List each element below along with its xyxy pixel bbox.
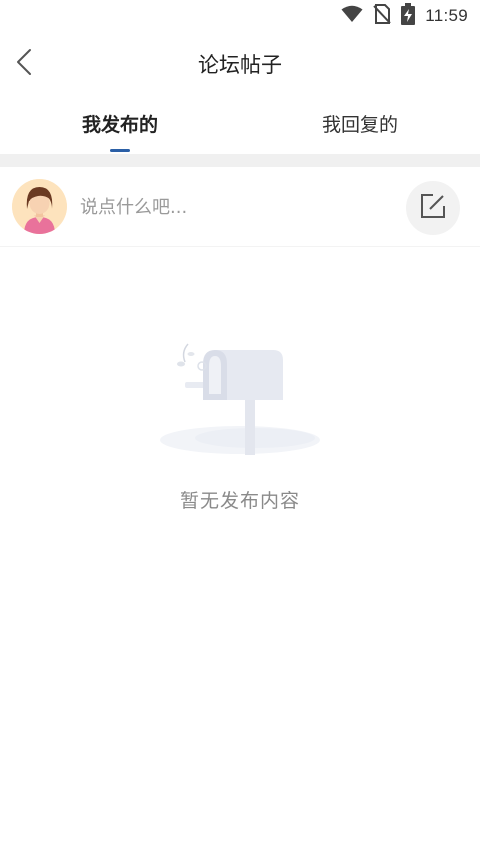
section-divider <box>0 154 480 167</box>
tab-indicator <box>110 149 130 152</box>
nav-bar: 论坛帖子 <box>0 32 480 98</box>
page-title: 论坛帖子 <box>198 53 282 77</box>
compose-input[interactable] <box>80 189 390 225</box>
tab-bar: 我发布的 我回复的 <box>0 98 480 154</box>
avatar <box>12 179 67 234</box>
no-sim-icon <box>373 4 391 28</box>
edit-icon <box>420 193 446 223</box>
tab-label: 我发布的 <box>81 114 158 136</box>
chevron-left-icon <box>16 48 32 80</box>
empty-message: 暂无发布内容 <box>179 490 300 512</box>
tab-my-posts[interactable]: 我发布的 <box>0 98 240 154</box>
tab-my-replies[interactable]: 我回复的 <box>240 98 480 154</box>
status-time: 11:59 <box>425 6 468 25</box>
battery-charging-icon <box>401 3 416 29</box>
status-icons: 11:59 <box>341 3 468 29</box>
tab-label: 我回复的 <box>321 114 398 136</box>
mailbox-illustration <box>155 322 325 462</box>
back-button[interactable] <box>4 42 44 86</box>
compose-row <box>0 167 480 247</box>
wifi-icon <box>341 5 363 27</box>
edit-button[interactable] <box>406 181 460 235</box>
status-bar: 11:59 <box>0 0 480 32</box>
